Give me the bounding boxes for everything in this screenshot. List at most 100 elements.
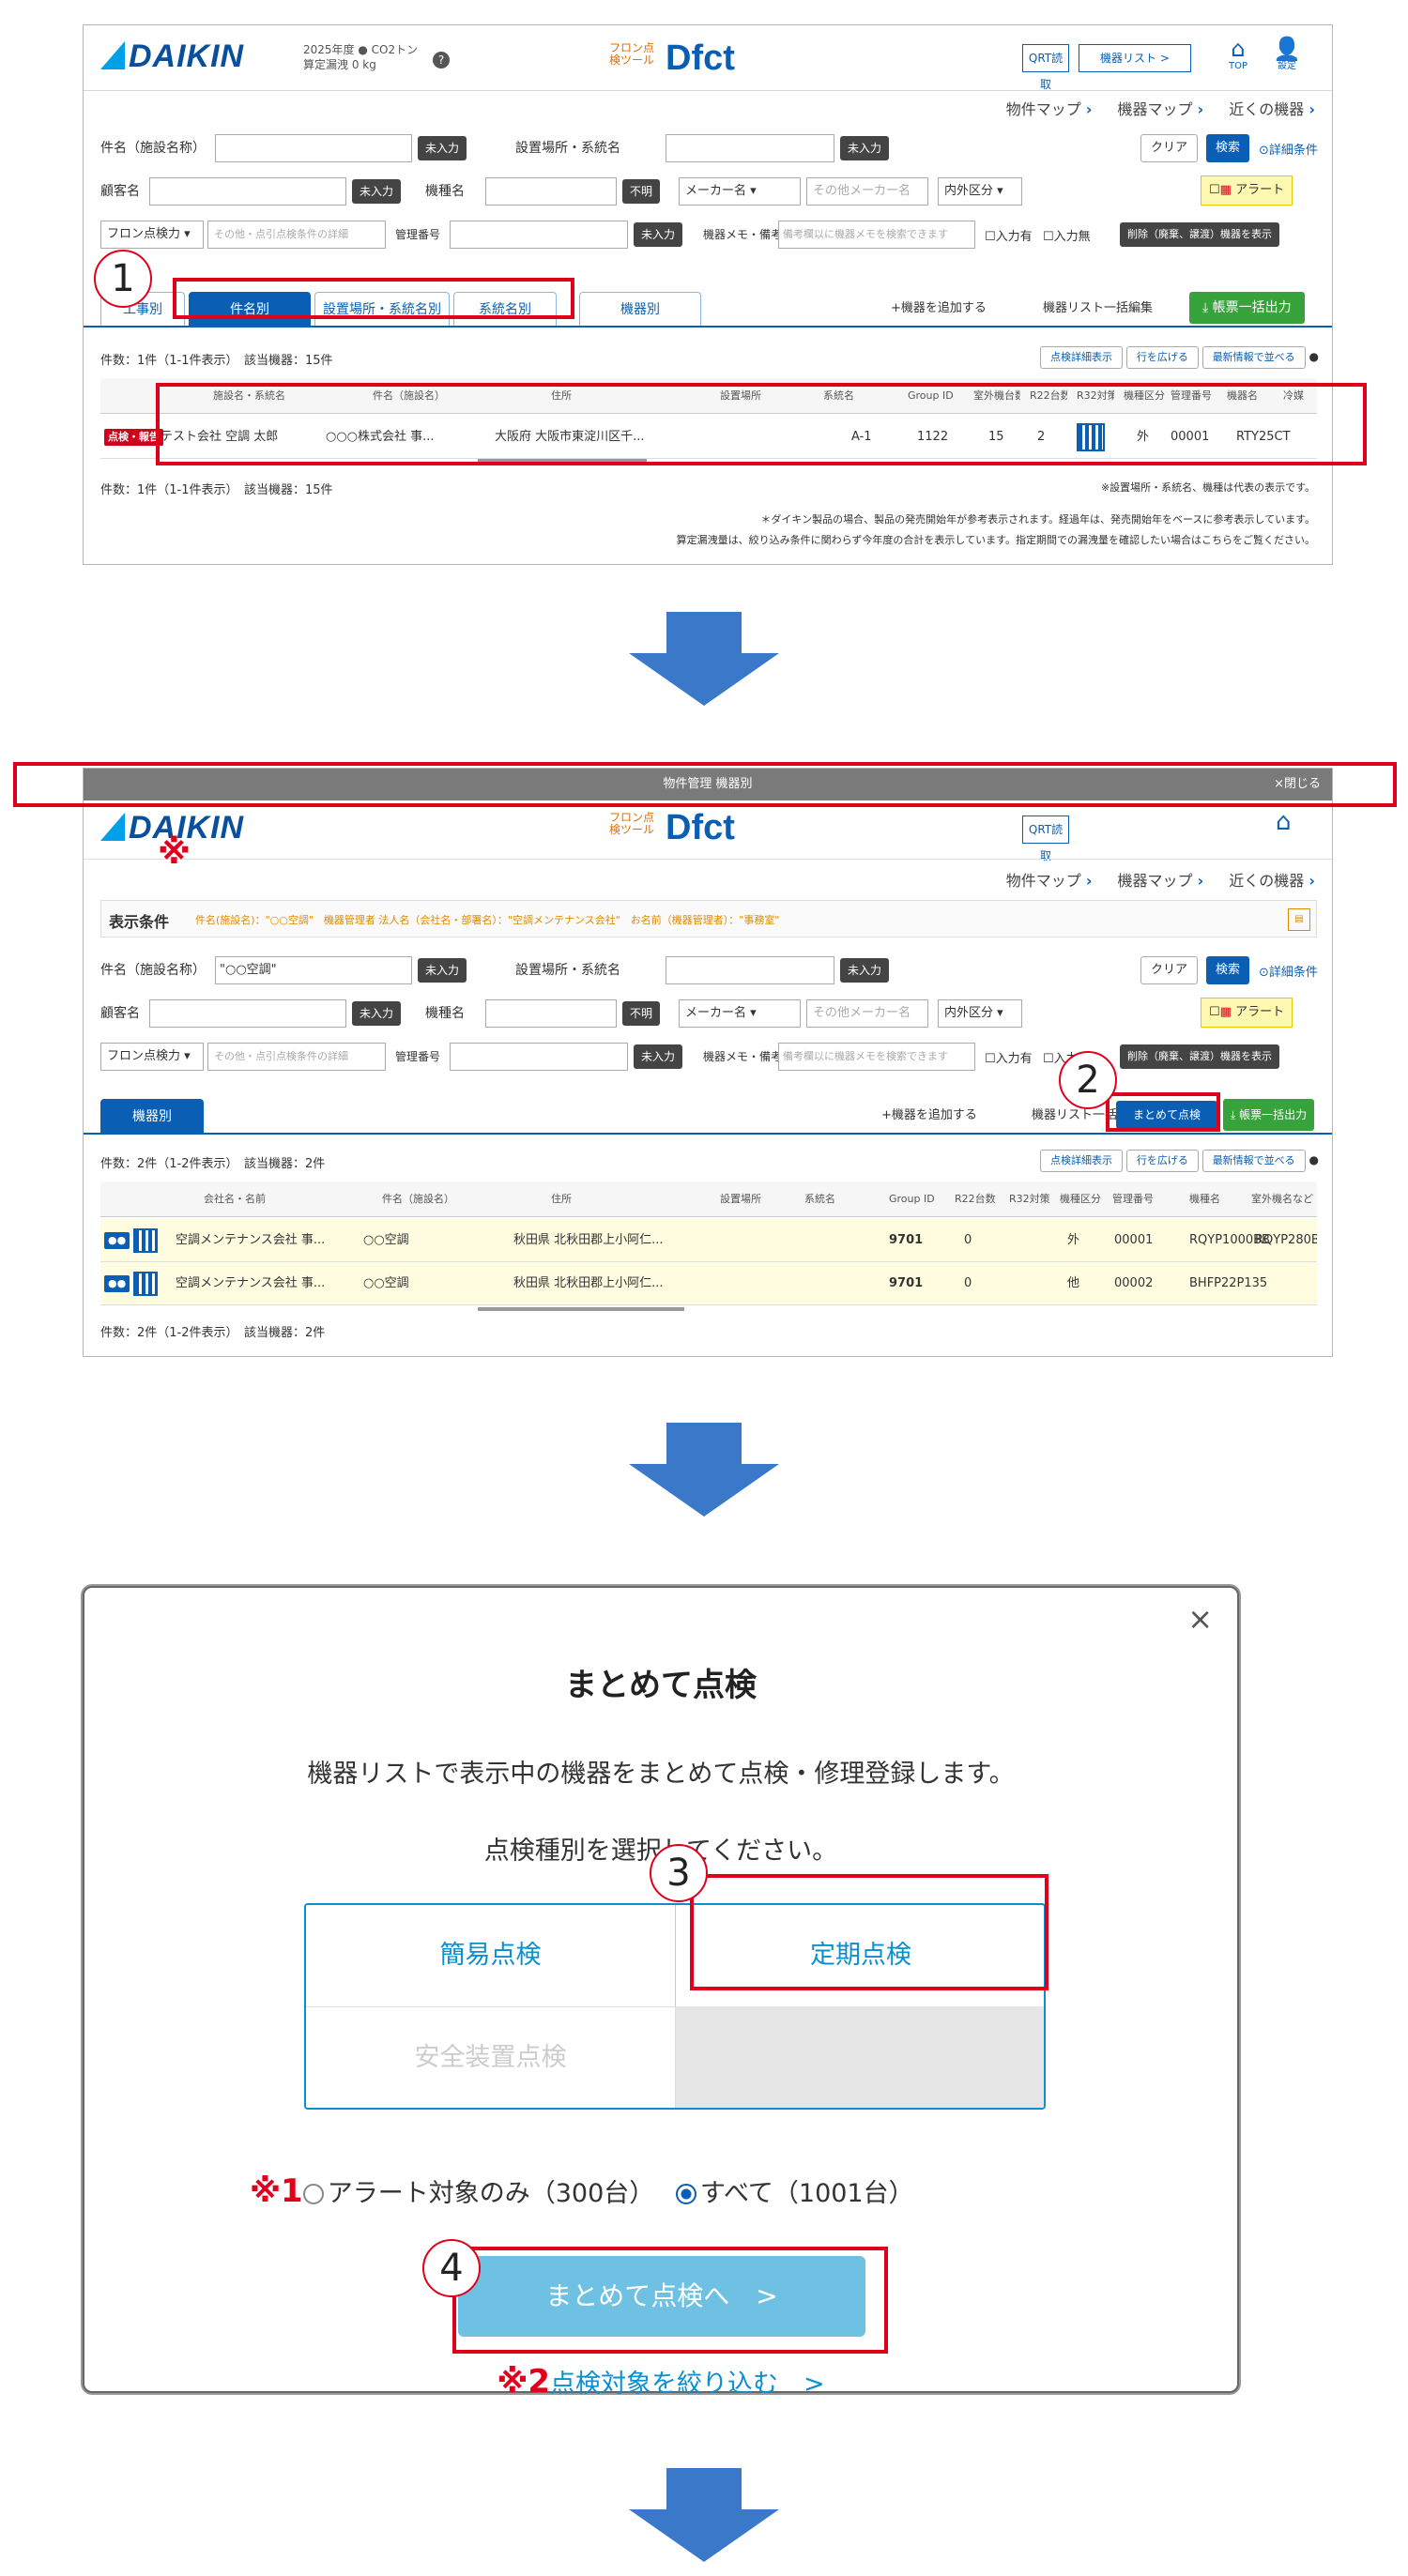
add-equipment-button[interactable]: +機器を追加する	[881, 296, 996, 324]
table-tools: 点検詳細表示 行を広げる 最新情報で並べる ●	[1040, 1150, 1319, 1172]
nav-property-map[interactable]: 物件マップ ›	[1006, 872, 1093, 890]
case-name-unentered-button[interactable]: 未入力	[418, 958, 467, 983]
tab-equipment[interactable]: 機器別	[579, 292, 701, 326]
alert-filter[interactable]: ☐▦ アラート	[1201, 175, 1293, 206]
detail-conditions-link[interactable]: ⊙詳細条件	[1259, 962, 1318, 980]
input-yes-checkbox[interactable]: ☐入力有	[985, 226, 1033, 244]
radio-all[interactable]: すべて（1001台）	[675, 2179, 914, 2208]
close-icon[interactable]: ×	[1187, 1601, 1213, 1637]
customer-input[interactable]	[149, 177, 346, 206]
sort-latest-button[interactable]: 最新情報で並べる	[1201, 1150, 1306, 1172]
status-badge[interactable]: ●●	[104, 1275, 130, 1292]
scope-radios: ※1 アラート対象のみ（300台） すべて（1001台）	[250, 2172, 914, 2210]
help-icon[interactable]: ●	[1309, 350, 1319, 363]
in-out-select[interactable]: 内外区分 ▾	[938, 999, 1022, 1028]
highlight-titlebar	[13, 762, 1397, 807]
mgmt-no-input[interactable]	[450, 221, 628, 249]
widen-rows-button[interactable]: 行を広げる	[1125, 1150, 1199, 1172]
nav-nearby[interactable]: 近くの機器 ›	[1229, 872, 1315, 890]
maker-select[interactable]: メーカー名 ▾	[679, 177, 801, 206]
status-badge[interactable]: ●●	[104, 1232, 130, 1249]
collapse-icon[interactable]: ▤	[1288, 908, 1310, 931]
narrow-targets-link[interactable]: 点検対象を絞り込む >	[550, 2370, 825, 2399]
mgmt-unentered-button[interactable]: 未入力	[634, 222, 683, 247]
detail-conditions-link[interactable]: ⊙詳細条件	[1259, 140, 1318, 158]
customer-unentered-button[interactable]: 未入力	[352, 179, 402, 204]
step-3-marker: 3	[650, 1844, 708, 1902]
help-icon[interactable]: ?	[433, 52, 450, 69]
qr-read-button[interactable]: QRT読取	[1022, 44, 1069, 91]
install-place-input[interactable]	[666, 134, 834, 162]
memo-label: 機器メモ・備考	[703, 1050, 783, 1063]
in-out-select[interactable]: 内外区分 ▾	[938, 177, 1022, 206]
maker-select[interactable]: メーカー名 ▾	[679, 999, 801, 1028]
daikin-logo[interactable]: DAIKIN	[100, 38, 244, 75]
model-input[interactable]	[485, 177, 617, 206]
freon-select[interactable]: フロン点検力 ▾	[100, 1043, 204, 1071]
memo-input[interactable]: 備考欄以に機器メモを検索できます	[778, 1043, 975, 1071]
inspection-detail-button[interactable]: 点検詳細表示	[1040, 346, 1124, 369]
nav-nearby[interactable]: 近くの機器 ›	[1229, 100, 1315, 118]
footer-count: 件数：2件（1-2件表示） 該当機器：2件	[100, 1326, 326, 1340]
status-badge[interactable]: 点検・報告	[104, 429, 163, 446]
alert-filter[interactable]: ☐▦ アラート	[1201, 998, 1293, 1028]
clear-button[interactable]: クリア	[1140, 134, 1199, 162]
widen-rows-button[interactable]: 行を広げる	[1125, 346, 1199, 369]
calendar-icon[interactable]	[133, 1271, 159, 1296]
maker-other-input[interactable]: その他メーカー名	[806, 999, 928, 1028]
install-place-input[interactable]	[666, 956, 834, 984]
settings-user-button[interactable]: 👤 設定	[1268, 37, 1306, 72]
table-row[interactable]: ●● 空調メンテナンス会社 事... ○○空調 秋田県 北秋田郡上小阿仁... …	[100, 1262, 1317, 1305]
model-unknown-button[interactable]: 不明	[622, 1001, 661, 1026]
tab-equipment[interactable]: 機器別	[100, 1099, 204, 1133]
option-safety-device-inspection[interactable]: 安全装置点検	[306, 2006, 676, 2108]
input-no-checkbox[interactable]: ☐入力無	[1043, 226, 1091, 244]
highlight-go-button	[452, 2247, 888, 2354]
bulk-output-button[interactable]: ⤓ 帳票一括出力	[1189, 292, 1305, 324]
qr-read-button[interactable]: QRT読取	[1022, 815, 1069, 862]
search-button[interactable]: 検索	[1206, 956, 1250, 984]
mgmt-unentered-button[interactable]: 未入力	[634, 1044, 683, 1069]
model-input[interactable]	[485, 999, 617, 1028]
help-icon[interactable]: ●	[1309, 1153, 1319, 1166]
deleted-equipment-button[interactable]: 削除（廃棄、譲渡）機器を表示	[1120, 222, 1279, 247]
logo-mark-icon	[100, 813, 125, 841]
top-nav: 物件マップ › 機器マップ › 近くの機器 ›	[986, 868, 1315, 891]
customer-unentered-button[interactable]: 未入力	[352, 1001, 402, 1026]
co2-summary: 2025年度 ● CO2トン 算定漏洩 0 kg	[303, 43, 419, 71]
freon-other-input[interactable]: その他・点引点検条件の詳細	[207, 221, 386, 249]
case-name-input[interactable]	[215, 134, 412, 162]
top-home-button[interactable]: ⌂	[1276, 808, 1292, 836]
dialog-description: 機器リストで表示中の機器をまとめて点検・修理登録します。	[307, 1760, 1015, 1789]
table-scrollbar[interactable]	[478, 1307, 684, 1311]
deleted-equipment-button[interactable]: 削除（廃棄、譲渡）機器を表示	[1120, 1044, 1279, 1069]
install-unentered-button[interactable]: 未入力	[840, 958, 890, 983]
case-name-unentered-button[interactable]: 未入力	[418, 136, 467, 160]
memo-input[interactable]: 備考欄以に機器メモを検索できます	[778, 221, 975, 249]
bulk-output-button[interactable]: ⤓ 帳票一括出力	[1223, 1099, 1315, 1131]
maker-other-input[interactable]: その他メーカー名	[806, 177, 928, 206]
case-name-input[interactable]: "○○空調"	[215, 956, 412, 984]
add-equipment-button[interactable]: +機器を追加する	[872, 1103, 987, 1131]
table-row[interactable]: ●● 空調メンテナンス会社 事... ○○空調 秋田県 北秋田郡上小阿仁... …	[100, 1219, 1317, 1262]
bulk-edit-button[interactable]: 機器リスト一括編集	[1033, 296, 1163, 324]
input-yes-checkbox[interactable]: ☐入力有	[985, 1048, 1033, 1066]
option-simple-inspection[interactable]: 簡易点検	[306, 1905, 676, 2006]
model-unknown-button[interactable]: 不明	[622, 179, 661, 204]
install-unentered-button[interactable]: 未入力	[840, 136, 890, 160]
freon-select[interactable]: フロン点検力 ▾	[100, 221, 204, 249]
sort-latest-button[interactable]: 最新情報で並べる	[1201, 346, 1306, 369]
clear-button[interactable]: クリア	[1140, 956, 1199, 984]
freon-other-input[interactable]: その他・点引点検条件の詳細	[207, 1043, 386, 1071]
inspection-detail-button[interactable]: 点検詳細表示	[1040, 1150, 1124, 1172]
nav-equipment-map[interactable]: 機器マップ ›	[1118, 872, 1204, 890]
customer-input[interactable]	[149, 999, 346, 1028]
search-button[interactable]: 検索	[1206, 134, 1250, 162]
radio-alert-only[interactable]: アラート対象のみ（300台）	[302, 2179, 654, 2208]
mgmt-no-input[interactable]	[450, 1043, 628, 1071]
nav-property-map[interactable]: 物件マップ ›	[1006, 100, 1093, 118]
nav-equipment-map[interactable]: 機器マップ ›	[1118, 100, 1204, 118]
top-home-button[interactable]: ⌂ TOP	[1219, 37, 1257, 72]
equipment-list-button[interactable]: 機器リスト >	[1079, 44, 1191, 72]
calendar-icon[interactable]	[133, 1227, 159, 1253]
